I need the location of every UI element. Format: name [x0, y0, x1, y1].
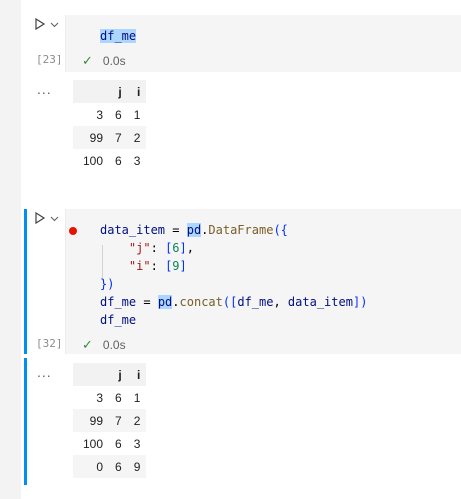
- code-line: "j": [6],: [128, 241, 194, 255]
- chevron-down-icon[interactable]: [50, 22, 60, 32]
- dataframe-output: j i 3 6 1 99 7 2 100 6 3: [73, 80, 147, 172]
- row-index: 3: [96, 107, 103, 122]
- row-index: 0: [73, 455, 109, 478]
- table-header-row: j i: [73, 80, 147, 103]
- row-index: 99: [73, 126, 109, 149]
- table-cell: 6: [115, 436, 122, 451]
- table-cell: 3: [133, 153, 141, 168]
- row-index: 3: [96, 390, 103, 405]
- code-line: df_me: [100, 29, 137, 43]
- code-line: }): [100, 277, 115, 291]
- table-cell: 1: [133, 390, 141, 405]
- row-index: 99: [73, 409, 109, 432]
- execution-status: ✓ 0.0s: [82, 337, 126, 353]
- check-icon: ✓: [82, 337, 93, 352]
- code-line: "i": [9]: [128, 259, 187, 273]
- dataframe-output: j i 3 6 1 99 7 2 100 6 3 0 6 9: [73, 363, 147, 478]
- table-row: 99 7 2: [73, 126, 147, 149]
- code-line: data_item = pd.DataFrame({: [100, 223, 288, 237]
- column-header: j: [109, 363, 128, 386]
- breakpoint-icon[interactable]: [69, 227, 77, 235]
- column-header: j: [109, 80, 128, 103]
- play-icon: [35, 17, 46, 31]
- table-cell: 7: [109, 126, 128, 149]
- index-header: [73, 363, 109, 386]
- row-index: 100: [82, 436, 103, 451]
- execution-time: 0.0s: [102, 54, 126, 68]
- table-cell: 6: [115, 390, 122, 405]
- table-row: 100 6 3: [73, 432, 146, 455]
- index-header: [73, 80, 109, 103]
- cell-selection-bar: [24, 209, 27, 354]
- table-cell: 6: [115, 153, 122, 168]
- table-cell: 2: [127, 126, 147, 149]
- chevron-down-icon[interactable]: [50, 216, 60, 226]
- execution-status: ✓ 0.0s: [82, 53, 126, 69]
- execution-count: [32]: [36, 337, 63, 350]
- table-row: 100 6 3: [73, 149, 146, 172]
- output-menu-button[interactable]: ...: [37, 81, 52, 97]
- code-editor[interactable]: data_item = pd.DataFrame({ "j": [6], "i"…: [65, 209, 461, 354]
- table-row: 3 6 1: [73, 386, 146, 409]
- column-header: i: [127, 80, 147, 103]
- row-index: 100: [82, 153, 103, 168]
- run-cell-button[interactable]: [33, 17, 51, 35]
- table-cell: 6: [109, 455, 128, 478]
- table-cell: 9: [127, 455, 147, 478]
- output-menu-button[interactable]: ...: [37, 364, 52, 380]
- column-header: i: [127, 363, 147, 386]
- play-icon: [35, 211, 46, 225]
- run-cell-button[interactable]: [33, 211, 51, 229]
- table-row: 0 6 9: [73, 455, 147, 478]
- table-row: 3 6 1: [73, 103, 146, 126]
- output-selection-bar: [24, 358, 27, 485]
- table-row: 99 7 2: [73, 409, 147, 432]
- table-cell: 7: [109, 409, 128, 432]
- table-cell: 3: [133, 436, 141, 451]
- table-cell: 1: [133, 107, 141, 122]
- execution-time: 0.0s: [102, 338, 126, 352]
- table-header-row: j i: [73, 363, 147, 386]
- check-icon: ✓: [82, 53, 93, 68]
- code-line: df_me: [100, 313, 137, 327]
- left-gutter: [0, 0, 21, 499]
- table-cell: 6: [115, 107, 122, 122]
- code-line: df_me = pd.concat([df_me, data_item]): [100, 295, 368, 309]
- table-cell: 2: [127, 409, 147, 432]
- execution-count: [23]: [36, 53, 63, 66]
